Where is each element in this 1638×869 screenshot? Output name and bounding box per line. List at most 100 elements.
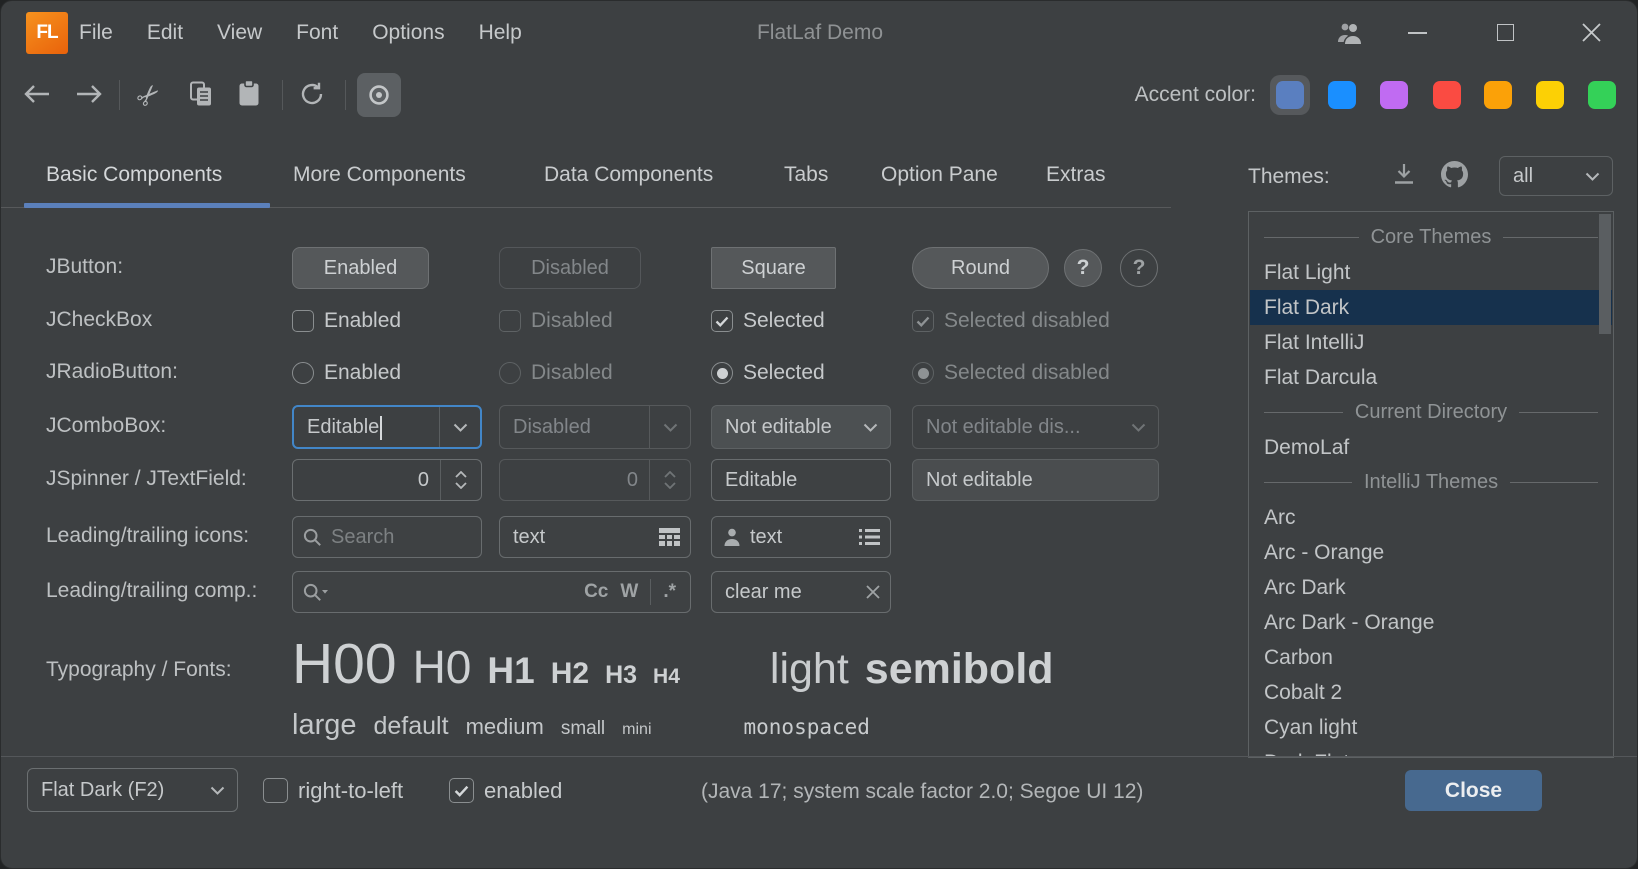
theme-separator: Core Themes: [1250, 220, 1612, 255]
refresh-icon[interactable]: [299, 81, 325, 107]
tab-option-pane[interactable]: Option Pane: [881, 163, 998, 187]
tab-extras[interactable]: Extras: [1046, 163, 1106, 187]
chevron-down-icon[interactable]: [197, 769, 237, 811]
accent-swatch[interactable]: [1433, 81, 1461, 109]
textfield-editable[interactable]: Editable: [711, 459, 891, 501]
accent-swatch[interactable]: [1380, 81, 1408, 109]
copy-icon[interactable]: [189, 81, 213, 107]
check-icon: [715, 316, 729, 327]
match-case-button[interactable]: Cc: [584, 581, 608, 603]
accent-swatch-selected[interactable]: [1270, 75, 1310, 115]
maximize-button[interactable]: [1497, 24, 1514, 41]
radio-disabled-label: Disabled: [531, 361, 613, 385]
forward-button[interactable]: [75, 83, 103, 105]
chevron-down-icon[interactable]: [1572, 157, 1612, 195]
radio-disabled: [499, 362, 521, 384]
rtl-checkbox-label: right-to-left: [298, 778, 403, 804]
round-button[interactable]: Round: [912, 247, 1049, 289]
theme-item-carbon[interactable]: Carbon: [1250, 640, 1612, 675]
theme-item-arc[interactable]: Arc: [1250, 500, 1612, 535]
regex-button[interactable]: .*: [663, 581, 676, 603]
minimize-button[interactable]: [1408, 32, 1427, 34]
separator-line: [1264, 237, 1359, 238]
clear-me-field[interactable]: clear me: [711, 571, 891, 613]
search-with-options-field[interactable]: Cc W .*: [292, 571, 691, 613]
whole-word-button[interactable]: W: [620, 581, 638, 603]
toolbar-separator: [119, 80, 120, 110]
typography-headers: H00 H0 H1 H2 H3 H4 light semibold: [292, 631, 1054, 697]
checkbox-selected[interactable]: [711, 310, 733, 332]
back-button[interactable]: [23, 83, 51, 105]
themes-filter-combo[interactable]: all: [1499, 156, 1613, 196]
chevron-down-icon[interactable]: [455, 482, 467, 489]
theme-item-flat-light[interactable]: Flat Light: [1250, 255, 1612, 290]
list-icon[interactable]: [859, 517, 880, 557]
table-icon[interactable]: [659, 517, 680, 557]
checkbox-enabled[interactable]: [292, 310, 314, 332]
status-text: (Java 17; system scale factor 2.0; Segoe…: [701, 780, 1143, 804]
toolbar-separator: [345, 80, 346, 110]
theme-item-flat-darcula[interactable]: Flat Darcula: [1250, 360, 1612, 395]
spinner-arrows[interactable]: [441, 460, 481, 500]
theme-item-flat-dark[interactable]: Flat Dark: [1250, 290, 1612, 325]
themes-scrollbar-thumb[interactable]: [1599, 214, 1611, 334]
combobox-editable[interactable]: Editable: [292, 405, 482, 449]
enabled-button[interactable]: Enabled: [292, 247, 429, 289]
spinner-value[interactable]: 0: [293, 460, 429, 500]
disabled-button: Disabled: [499, 247, 641, 289]
chevron-down-icon[interactable]: [440, 407, 480, 447]
tab-basic-components[interactable]: Basic Components: [46, 163, 222, 187]
theme-item-demolaf[interactable]: DemoLaf: [1250, 430, 1612, 465]
cut-icon[interactable]: ✂: [129, 76, 169, 116]
enabled-checkbox[interactable]: [449, 778, 474, 803]
theme-item-arc-orange[interactable]: Arc - Orange: [1250, 535, 1612, 570]
spinner-arrows: [650, 460, 690, 500]
spinner-enabled[interactable]: 0: [292, 459, 482, 501]
accent-swatch[interactable]: [1588, 81, 1616, 109]
window-title: FlatLaf Demo: [1, 1, 1638, 65]
help-button-outline[interactable]: ?: [1120, 249, 1158, 287]
theme-item-flat-intellij[interactable]: Flat IntelliJ: [1250, 325, 1612, 360]
chevron-up-icon[interactable]: [455, 471, 467, 478]
help-button-filled[interactable]: ?: [1064, 249, 1102, 287]
combobox-not-editable[interactable]: Not editable: [711, 405, 891, 449]
radio-enabled-label: Enabled: [324, 361, 401, 385]
jspinner-label: JSpinner / JTextField:: [46, 467, 247, 491]
paste-icon[interactable]: [238, 80, 260, 107]
theme-item-arc-dark-orange[interactable]: Arc Dark - Orange: [1250, 605, 1612, 640]
users-icon[interactable]: [1337, 22, 1364, 45]
accent-swatch[interactable]: [1328, 81, 1356, 109]
text-field-table-icon[interactable]: text: [499, 516, 691, 558]
tab-more-components[interactable]: More Components: [293, 163, 466, 187]
radio-dot: [717, 368, 728, 379]
radio-enabled[interactable]: [292, 362, 314, 384]
show-hints-toggle[interactable]: [357, 73, 401, 117]
search-dropdown-icon[interactable]: [303, 572, 329, 612]
theme-item-cobalt-2[interactable]: Cobalt 2: [1250, 675, 1612, 710]
close-window-button[interactable]: [1582, 23, 1601, 42]
download-icon[interactable]: [1392, 163, 1416, 185]
accent-swatch[interactable]: [1484, 81, 1512, 109]
checkbox-enabled-label: Enabled: [324, 309, 401, 333]
chevron-down-icon[interactable]: [850, 406, 890, 448]
bottom-divider: [1, 756, 1638, 757]
leading-trailing-comp-label: Leading/trailing comp.:: [46, 579, 257, 603]
theme-separator: Current Directory: [1250, 395, 1612, 430]
checkbox-disabled-label: Disabled: [531, 309, 613, 333]
clear-icon[interactable]: [866, 572, 880, 612]
tab-tabs[interactable]: Tabs: [784, 163, 828, 187]
laf-selector-combo[interactable]: Flat Dark (F2): [27, 768, 238, 812]
rtl-checkbox[interactable]: [263, 778, 288, 803]
theme-item-cyan-light[interactable]: Cyan light: [1250, 710, 1612, 745]
radio-selected[interactable]: [711, 362, 733, 384]
github-icon[interactable]: [1441, 161, 1468, 188]
theme-item-arc-dark[interactable]: Arc Dark: [1250, 570, 1612, 605]
search-field[interactable]: Search: [292, 516, 482, 558]
square-button[interactable]: Square: [711, 247, 836, 289]
close-button[interactable]: Close: [1405, 770, 1542, 811]
eye-icon: [367, 83, 391, 107]
textfield-not-editable: Not editable: [912, 459, 1159, 501]
accent-swatch[interactable]: [1536, 81, 1564, 109]
tab-data-components[interactable]: Data Components: [544, 163, 713, 187]
text-field-person-list[interactable]: text: [711, 516, 891, 558]
